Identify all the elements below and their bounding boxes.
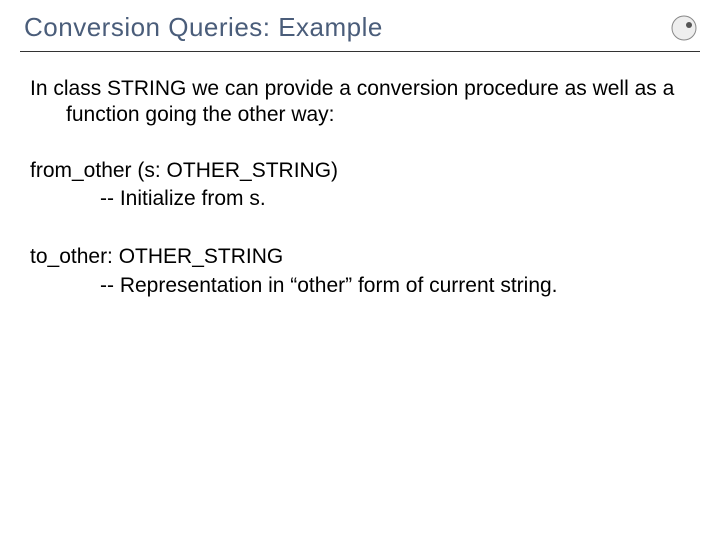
slide-body: In class STRING we can provide a convers… <box>0 52 720 300</box>
intro-paragraph: In class STRING we can provide a convers… <box>30 76 690 129</box>
procedure-comment: -- Initialize from s. <box>30 185 690 213</box>
procedure-block: from_other (s: OTHER_STRING) -- Initiali… <box>30 157 690 214</box>
function-signature: to_other: OTHER_STRING <box>30 243 690 271</box>
title-bar: Conversion Queries: Example <box>0 0 720 49</box>
institution-logo-icon <box>670 14 698 42</box>
function-comment: -- Representation in “other” form of cur… <box>30 272 690 300</box>
procedure-signature: from_other (s: OTHER_STRING) <box>30 157 690 185</box>
slide: Conversion Queries: Example In class STR… <box>0 0 720 540</box>
slide-title: Conversion Queries: Example <box>24 12 383 42</box>
function-block: to_other: OTHER_STRING -- Representation… <box>30 243 690 300</box>
